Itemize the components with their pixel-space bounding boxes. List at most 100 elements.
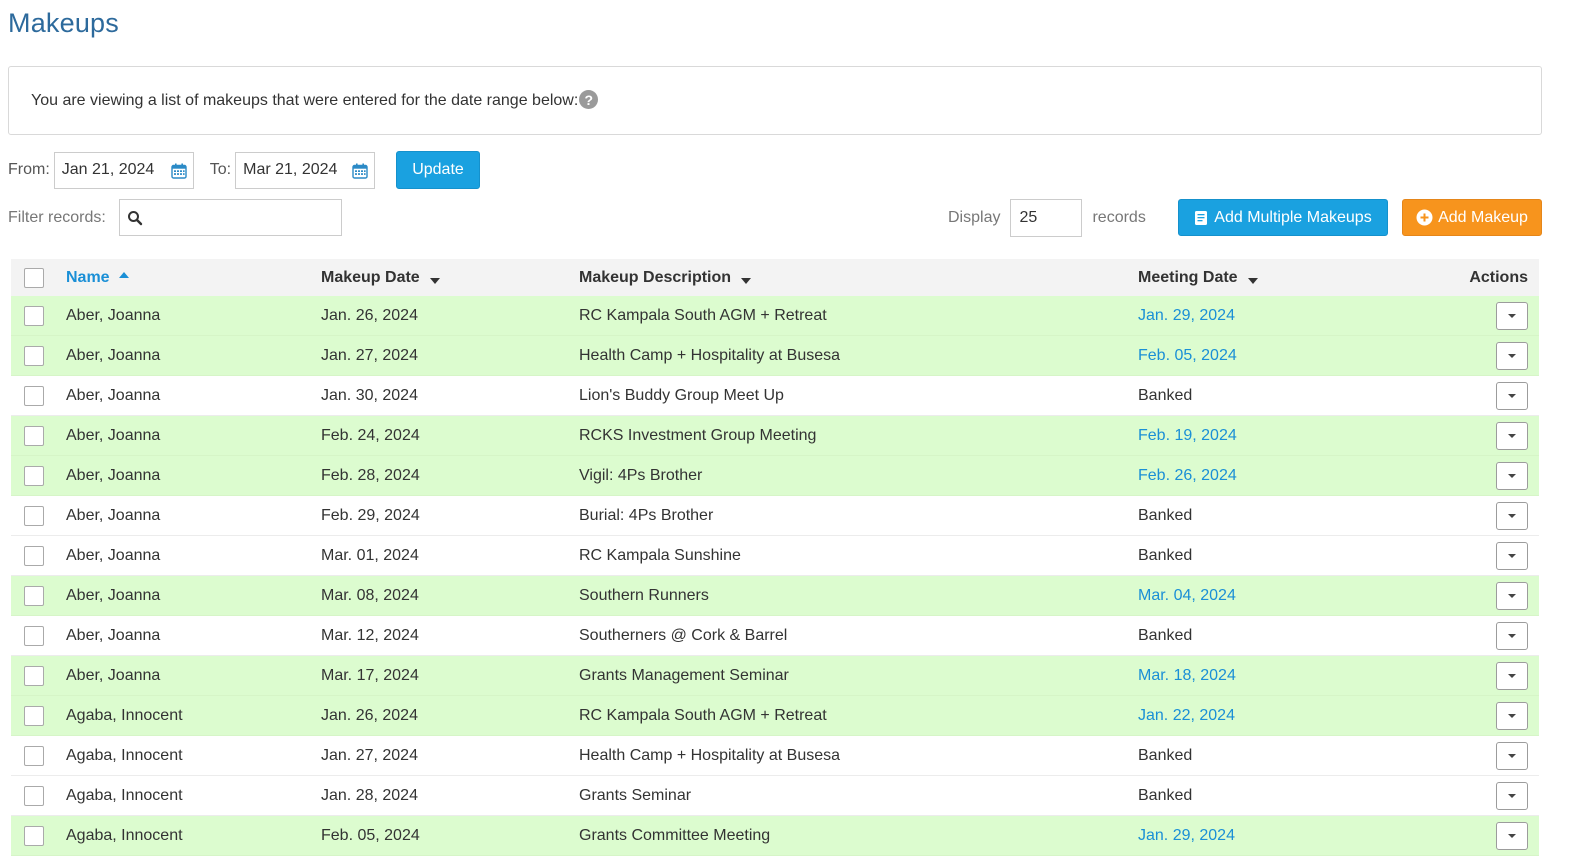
row-actions-dropdown[interactable] [1496, 741, 1528, 770]
calendar-icon[interactable] [352, 163, 368, 179]
table-row: Aber, Joanna Feb. 28, 2024 Vigil: 4Ps Brot… [11, 456, 1539, 496]
from-date-input[interactable]: Jan 21, 2024 [53, 151, 194, 189]
row-actions-dropdown[interactable] [1496, 381, 1528, 410]
from-label: From: [8, 161, 50, 178]
row-actions-dropdown[interactable] [1496, 301, 1528, 330]
row-actions-dropdown[interactable] [1496, 461, 1528, 490]
filter-input[interactable] [118, 199, 342, 236]
row-actions-dropdown[interactable] [1496, 821, 1528, 850]
add-multiple-makeups-button[interactable]: Add Multiple Makeups [1178, 199, 1388, 236]
row-meeting-date[interactable]: Mar. 18, 2024 [1138, 667, 1236, 685]
row-checkbox[interactable] [24, 305, 44, 326]
row-checkbox[interactable] [24, 505, 44, 526]
row-meeting-date: Banked [1138, 546, 1193, 564]
chevron-down-icon [1508, 513, 1516, 518]
row-checkbox[interactable] [24, 345, 44, 366]
row-checkbox[interactable] [24, 665, 44, 686]
row-meeting-date[interactable]: Jan. 29, 2024 [1138, 307, 1235, 325]
row-name: Agaba, Innocent [66, 786, 183, 804]
row-makeup-date: Feb. 24, 2024 [321, 426, 420, 444]
calendar-icon[interactable] [171, 163, 187, 179]
sort-down-icon [429, 277, 440, 284]
header-meeting-date-label[interactable]: Meeting Date [1138, 269, 1238, 287]
header-name[interactable]: Name [66, 259, 129, 296]
header-meeting-date[interactable]: Meeting Date [1138, 259, 1258, 296]
chevron-down-icon [1508, 673, 1516, 678]
row-name: Agaba, Innocent [66, 706, 183, 724]
row-name: Aber, Joanna [66, 626, 161, 644]
row-checkbox[interactable] [24, 545, 44, 566]
row-description: Grants Committee Meeting [579, 826, 771, 844]
update-button[interactable]: Update [396, 151, 480, 189]
to-date-input[interactable]: Mar 21, 2024 [235, 151, 376, 189]
row-meeting-date[interactable]: Jan. 29, 2024 [1138, 827, 1235, 845]
row-name: Aber, Joanna [66, 306, 161, 324]
table-row: Aber, Joanna Mar. 08, 2024 Southern Runner… [11, 576, 1539, 616]
row-makeup-date: Mar. 01, 2024 [321, 546, 419, 564]
row-checkbox[interactable] [24, 585, 44, 606]
row-checkbox[interactable] [24, 465, 44, 486]
sort-down-icon [741, 277, 752, 284]
row-actions-dropdown[interactable] [1496, 581, 1528, 610]
chevron-down-icon [1508, 593, 1516, 598]
row-actions-dropdown[interactable] [1496, 621, 1528, 650]
row-checkbox[interactable] [24, 425, 44, 446]
row-actions-dropdown[interactable] [1496, 661, 1528, 690]
chevron-down-icon [1508, 313, 1516, 318]
filter-row: Filter records: [8, 199, 342, 236]
header-makeup-date-label[interactable]: Makeup Date [321, 269, 420, 287]
table-row: Aber, Joanna Feb. 24, 2024 RCKS Investment… [11, 416, 1539, 456]
filter-label: Filter records: [8, 208, 106, 226]
row-makeup-date: Mar. 08, 2024 [321, 586, 419, 604]
add-makeup-button[interactable]: Add Makeup [1402, 199, 1542, 236]
row-description: Grants Management Seminar [579, 666, 789, 684]
search-icon [127, 210, 142, 225]
row-checkbox[interactable] [24, 385, 44, 406]
row-checkbox[interactable] [24, 785, 44, 806]
row-actions-dropdown[interactable] [1496, 421, 1528, 450]
row-actions-dropdown[interactable] [1496, 541, 1528, 570]
header-description[interactable]: Makeup Description [579, 259, 752, 296]
table-row: Aber, Joanna Feb. 29, 2024 Burial: 4Ps Bro… [11, 496, 1539, 536]
row-meeting-date[interactable]: Jan. 22, 2024 [1138, 707, 1235, 725]
display-count-input[interactable]: 25 [1010, 199, 1083, 237]
question-circle-icon[interactable]: ? [579, 90, 599, 109]
row-checkbox[interactable] [24, 625, 44, 646]
row-meeting-date[interactable]: Feb. 19, 2024 [1138, 427, 1237, 445]
row-meeting-date[interactable]: Feb. 26, 2024 [1138, 467, 1237, 485]
plus-circle-icon [1416, 209, 1433, 226]
row-description: Lion's Buddy Group Meet Up [579, 386, 784, 404]
row-actions-dropdown[interactable] [1496, 341, 1528, 370]
row-meeting-date: Banked [1138, 786, 1193, 804]
row-description: Grants Seminar [579, 786, 692, 804]
row-name: Aber, Joanna [66, 506, 161, 524]
row-makeup-date: Mar. 12, 2024 [321, 626, 419, 644]
row-actions-dropdown[interactable] [1496, 781, 1528, 810]
chevron-down-icon [1508, 793, 1516, 798]
row-meeting-date[interactable]: Feb. 05, 2024 [1138, 347, 1237, 365]
row-makeup-date: Feb. 28, 2024 [321, 466, 420, 484]
row-name: Aber, Joanna [66, 386, 161, 404]
header-name-label[interactable]: Name [66, 269, 110, 287]
row-description: RC Kampala Sunshine [579, 546, 741, 564]
to-label: To: [209, 161, 232, 178]
row-checkbox[interactable] [24, 705, 44, 726]
table-row: Aber, Joanna Mar. 17, 2024 Grants Manageme… [11, 656, 1539, 696]
row-actions-dropdown[interactable] [1496, 701, 1528, 730]
row-makeup-date: Feb. 29, 2024 [321, 506, 420, 524]
row-checkbox[interactable] [24, 745, 44, 766]
row-description: Health Camp + Hospitality at Busesa [579, 346, 841, 364]
row-name: Aber, Joanna [66, 346, 161, 364]
select-all-checkbox[interactable] [24, 267, 44, 288]
table-row: Agaba, Innocent Jan. 27, 2024 Health Camp … [11, 736, 1539, 776]
chevron-down-icon [1508, 433, 1516, 438]
header-makeup-date[interactable]: Makeup Date [321, 259, 440, 296]
table-row: Agaba, Innocent Jan. 26, 2024 RC Kampala S… [11, 696, 1539, 736]
row-name: Aber, Joanna [66, 426, 161, 444]
row-meeting-date[interactable]: Mar. 04, 2024 [1138, 587, 1236, 605]
header-description-label[interactable]: Makeup Description [579, 269, 731, 287]
chevron-down-icon [1508, 753, 1516, 758]
row-checkbox[interactable] [24, 825, 44, 846]
display-count-value: 25 [1019, 209, 1038, 226]
row-actions-dropdown[interactable] [1496, 501, 1528, 530]
